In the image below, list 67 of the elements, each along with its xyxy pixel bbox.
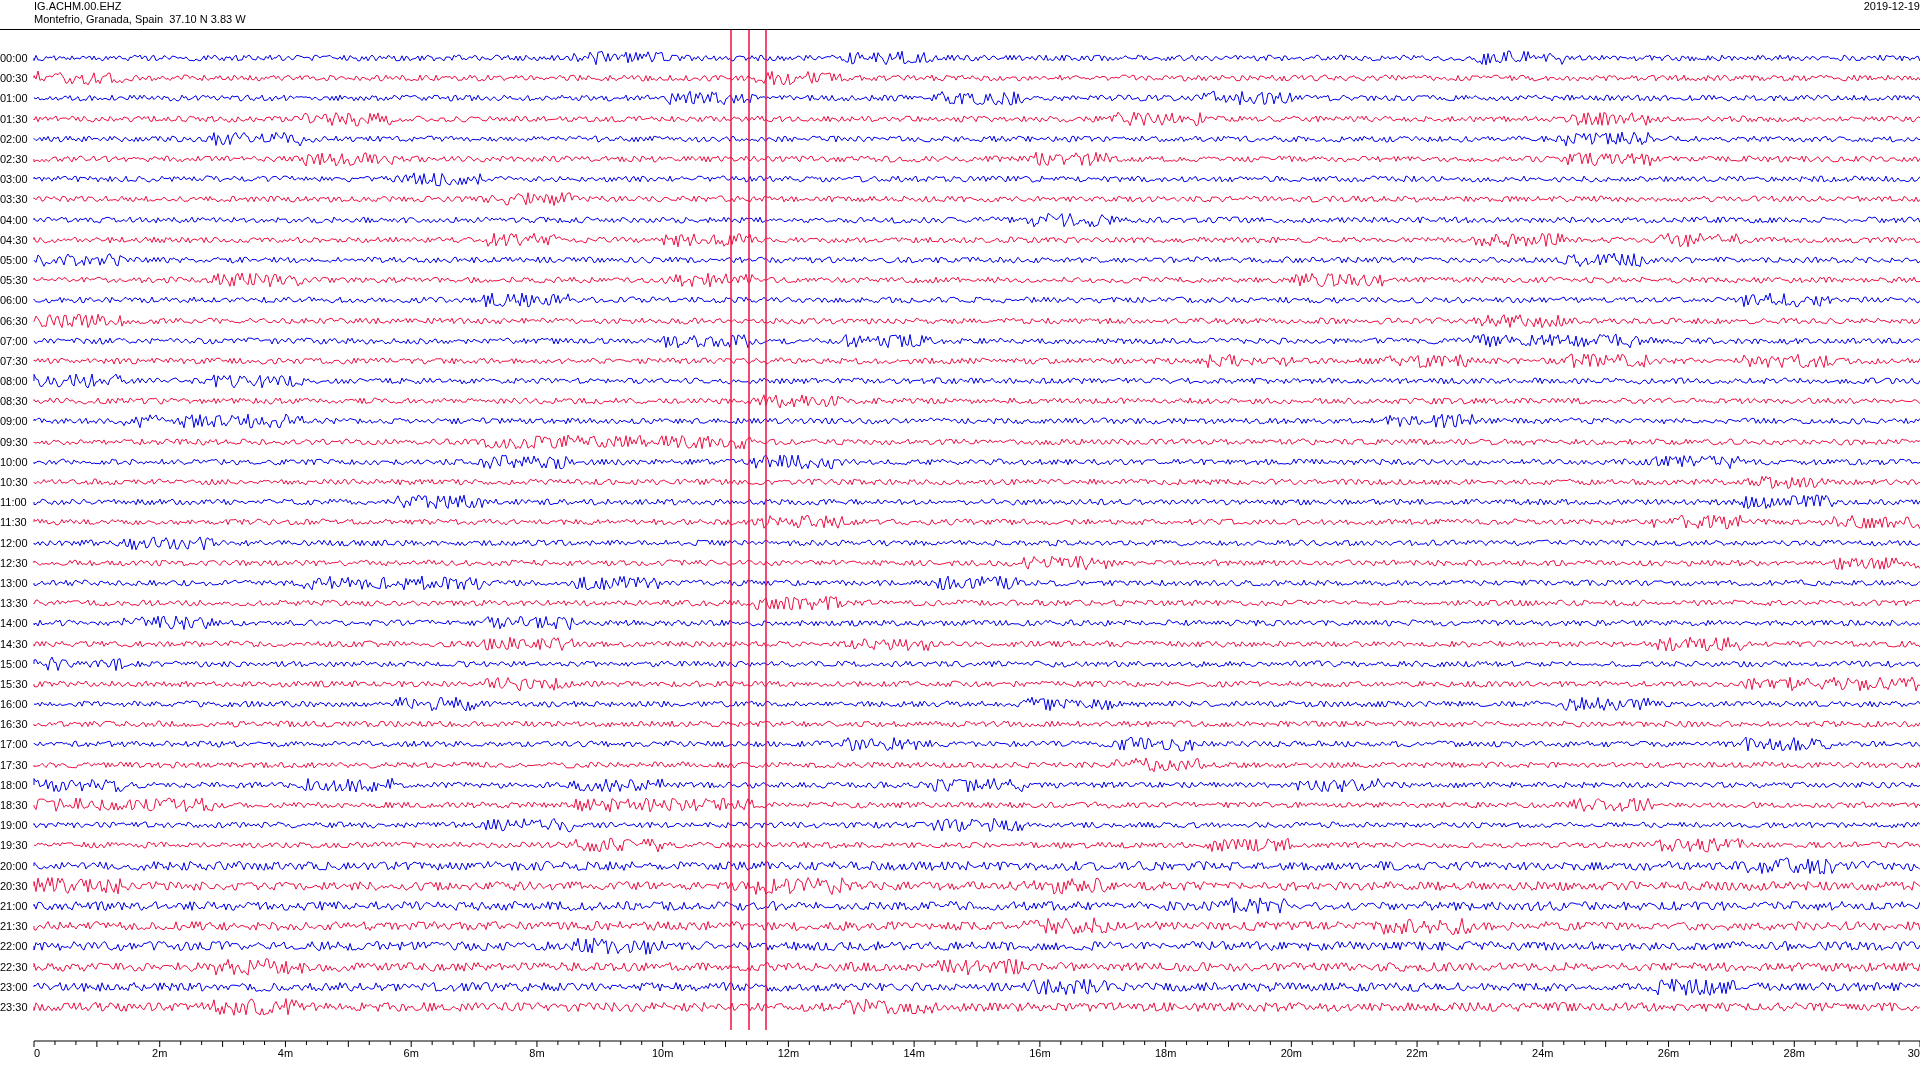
axis-tick-label: 16m [1029,1047,1051,1059]
hour-label: 20:30 [0,879,29,892]
hour-label: 19:30 [0,839,29,852]
hour-label: 05:30 [0,274,29,287]
hour-label: 11:00 [0,496,28,509]
hour-label: 08:00 [0,375,29,388]
hour-label: 13:30 [0,597,29,610]
hour-label: 01:00 [0,92,29,105]
axis-tick-label: 26m [1657,1047,1680,1059]
plot-date: 2019-12-19 [1863,0,1920,14]
hour-label: 06:00 [0,294,29,307]
hour-label: 21:00 [0,899,29,912]
axis-tick-label: 30 [1907,1047,1920,1059]
hour-label: 04:30 [0,233,29,246]
station-location: Montefrio, Granada, Spain 37.10 N 3.83 W [34,13,246,26]
axis-tick-label: 6m [403,1047,419,1059]
axis-tick-label: 2m [152,1047,168,1059]
axis-tick-label: 22m [1406,1047,1428,1059]
hour-label: 03:00 [0,173,29,186]
hour-label: 21:30 [0,920,29,933]
hour-label: 02:00 [0,132,29,145]
hour-label: 16:30 [0,718,29,731]
hour-label: 14:30 [0,637,29,650]
hour-label: 09:00 [0,415,29,428]
hour-label: 17:30 [0,758,29,771]
hour-label: 22:00 [0,940,29,953]
hour-label: 09:30 [0,435,29,448]
hour-label: 07:00 [0,334,29,347]
hour-label: 00:00 [0,52,29,65]
axis-tick-label: 10m [651,1047,674,1059]
hour-label: 18:00 [0,778,29,791]
hour-label: 11:30 [0,516,28,529]
hour-label: 04:00 [0,213,29,226]
hour-label: 18:30 [0,799,29,812]
axis-tick-label: 12m [777,1047,800,1059]
hour-label: 12:00 [0,536,29,549]
axis-tick-label: 20m [1280,1047,1303,1059]
hour-label: 12:30 [0,556,29,569]
hour-label: 22:30 [0,960,29,973]
hour-label: 02:30 [0,153,29,166]
axis-tick-label: 14m [903,1047,925,1059]
hour-label: 06:30 [0,314,29,327]
axis-tick-label: 18m [1154,1047,1177,1059]
hour-label: 13:00 [0,576,29,589]
hour-label: 20:00 [0,859,29,872]
hour-label: 10:00 [0,455,29,468]
hour-label: 15:30 [0,677,29,690]
hour-label: 14:00 [0,617,29,630]
hour-label: 05:00 [0,253,29,266]
hour-label: 07:30 [0,354,29,367]
axis-tick-label: 24m [1532,1047,1554,1059]
hour-label: 00:30 [0,72,29,85]
axis-tick-label: 28m [1783,1047,1805,1059]
hour-label: 10:30 [0,476,29,489]
hour-label: 15:00 [0,657,29,670]
axis-tick-label: 0 [34,1047,41,1059]
hour-label: 08:30 [0,395,29,408]
axis-tick-label: 4m [277,1047,294,1059]
axis-tick-label: 8m [529,1047,545,1059]
hour-label: 01:30 [0,112,29,125]
hour-label: 16:00 [0,698,29,711]
station-code: IG.ACHM.00.EHZ [34,0,123,13]
hour-label: 23:30 [0,1000,29,1013]
hour-label: 17:00 [0,738,29,751]
hour-label: 23:00 [0,980,29,993]
hour-label: 19:00 [0,819,29,832]
hour-label: 03:30 [0,193,29,206]
